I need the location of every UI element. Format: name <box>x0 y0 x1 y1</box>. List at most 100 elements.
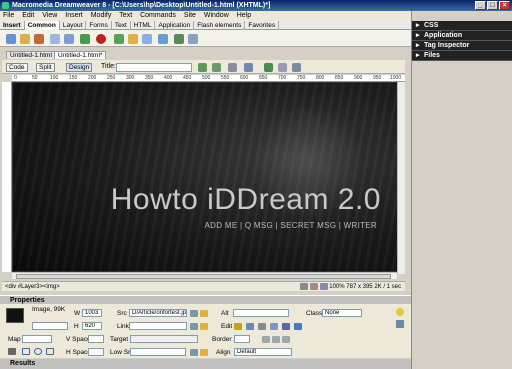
title-input[interactable] <box>116 63 192 72</box>
map-field[interactable] <box>22 335 52 343</box>
menu-help[interactable]: Help <box>237 12 251 19</box>
tab-favorites[interactable]: Favorites <box>245 21 280 30</box>
properties-header[interactable]: Properties <box>0 295 411 304</box>
polygon-hotspot-icon[interactable] <box>46 348 54 355</box>
minimize-button[interactable]: _ <box>475 1 486 10</box>
tab-common[interactable]: Common <box>24 21 60 30</box>
close-button[interactable]: × <box>499 1 510 10</box>
select-tool-icon[interactable] <box>300 282 309 290</box>
email-link-icon[interactable] <box>20 34 30 44</box>
tab-application[interactable]: Application <box>155 21 195 30</box>
border-field[interactable] <box>234 335 250 343</box>
hand-tool-icon[interactable] <box>309 282 318 290</box>
templates-icon[interactable] <box>188 34 198 44</box>
menu-modify[interactable]: Modify <box>91 12 112 19</box>
vertical-scrollbar[interactable] <box>397 82 405 274</box>
menu-edit[interactable]: Edit <box>22 12 34 19</box>
banner-links[interactable]: ADD ME | Q MSG | SECRET MSG | WRITER <box>205 221 377 230</box>
date-icon[interactable] <box>114 34 124 44</box>
media-icon[interactable] <box>96 34 106 44</box>
doc-tab-2[interactable]: Untitled-1.html* <box>54 51 107 59</box>
hspace-field[interactable] <box>88 348 104 356</box>
maximize-button[interactable]: □ <box>487 1 498 10</box>
tab-forms[interactable]: Forms <box>86 21 112 30</box>
menu-window[interactable]: Window <box>204 12 229 19</box>
horizontal-scrollbar[interactable] <box>12 272 397 279</box>
panel-tag-inspector[interactable]: Tag Inspector <box>412 41 512 51</box>
browse-link-folder-icon[interactable] <box>200 323 208 330</box>
circle-hotspot-icon[interactable] <box>34 348 42 355</box>
quick-tag-editor-icon[interactable] <box>396 320 404 328</box>
comment-icon[interactable] <box>142 34 152 44</box>
menu-commands[interactable]: Commands <box>140 12 176 19</box>
width-field[interactable]: 1003 <box>82 309 102 317</box>
file-management-icon[interactable] <box>198 63 207 72</box>
sharpen-icon[interactable] <box>294 323 302 330</box>
vspace-field[interactable] <box>88 335 104 343</box>
class-select[interactable]: None <box>322 309 362 317</box>
debug-icon[interactable] <box>228 63 237 72</box>
align-center-icon[interactable] <box>272 336 280 343</box>
results-header[interactable]: Results <box>0 359 411 369</box>
menu-site[interactable]: Site <box>184 12 196 19</box>
menu-view[interactable]: View <box>42 12 57 19</box>
tab-html[interactable]: HTML <box>131 21 156 30</box>
panel-files[interactable]: Files <box>412 51 512 61</box>
height-field[interactable]: 620 <box>82 322 102 330</box>
named-anchor-icon[interactable] <box>34 34 44 44</box>
panel-css[interactable]: CSS <box>412 21 512 31</box>
design-view-button[interactable]: Design <box>66 63 93 72</box>
align-left-icon[interactable] <box>262 336 270 343</box>
browse-folder-icon[interactable] <box>200 310 208 317</box>
menu-text[interactable]: Text <box>119 12 132 19</box>
head-icon[interactable] <box>158 34 168 44</box>
doc-tab-1[interactable]: Untitled-1.html <box>6 51 56 59</box>
script-icon[interactable] <box>174 34 184 44</box>
edit-image-icon[interactable] <box>234 323 242 330</box>
point-to-file-icon[interactable] <box>190 310 198 317</box>
pointer-hotspot-icon[interactable] <box>8 348 16 355</box>
design-canvas[interactable]: Howto iDDream 2.0 ADD ME | Q MSG | SECRE… <box>12 82 404 272</box>
div-icon[interactable] <box>64 34 74 44</box>
code-view-button[interactable]: Code <box>6 63 28 72</box>
menu-insert[interactable]: Insert <box>65 12 83 19</box>
align-right-icon[interactable] <box>282 336 290 343</box>
zoom-level[interactable]: 100% <box>329 284 344 290</box>
tab-layout[interactable]: Layout <box>60 21 87 30</box>
split-view-button[interactable]: Split <box>36 63 55 72</box>
tab-flash-elements[interactable]: Flash elements <box>194 21 246 30</box>
globe-icon[interactable] <box>244 63 253 72</box>
point-to-link-icon[interactable] <box>190 323 198 330</box>
resample-icon[interactable] <box>270 323 278 330</box>
tag-selector[interactable]: <div #Layer3><img> <box>5 282 60 292</box>
view-options-icon[interactable] <box>278 63 287 72</box>
table-icon[interactable] <box>50 34 60 44</box>
crop-icon[interactable] <box>258 323 266 330</box>
preview-browser-icon[interactable] <box>212 63 221 72</box>
visual-aids-icon[interactable] <box>292 63 301 72</box>
insert-bar-label[interactable]: Insert <box>0 21 25 30</box>
alt-field[interactable] <box>233 309 289 317</box>
panel-application[interactable]: Application <box>412 31 512 41</box>
link-field[interactable] <box>129 322 187 330</box>
target-select[interactable] <box>130 335 198 343</box>
hyperlink-icon[interactable] <box>6 34 16 44</box>
src-field[interactable]: D/Article/orifortest.jpg <box>129 309 187 317</box>
browse-lowsrc-icon[interactable] <box>200 349 208 356</box>
image-name-field[interactable] <box>32 322 68 330</box>
optimize-icon[interactable] <box>246 323 254 330</box>
window-size[interactable]: 787 x 395 <box>346 284 372 290</box>
tab-text[interactable]: Text <box>112 21 131 30</box>
horizontal-scroll-thumb[interactable] <box>16 274 391 279</box>
point-to-lowsrc-icon[interactable] <box>190 349 198 356</box>
brightness-icon[interactable] <box>282 323 290 330</box>
menu-file[interactable]: File <box>3 12 14 19</box>
lowsrc-field[interactable] <box>130 348 186 356</box>
image-icon[interactable] <box>80 34 90 44</box>
align-select[interactable]: Default <box>234 348 292 356</box>
help-icon[interactable] <box>396 308 404 316</box>
zoom-tool-icon[interactable] <box>319 282 328 290</box>
server-include-icon[interactable] <box>128 34 138 44</box>
refresh-icon[interactable] <box>264 63 273 72</box>
rect-hotspot-icon[interactable] <box>22 348 30 355</box>
